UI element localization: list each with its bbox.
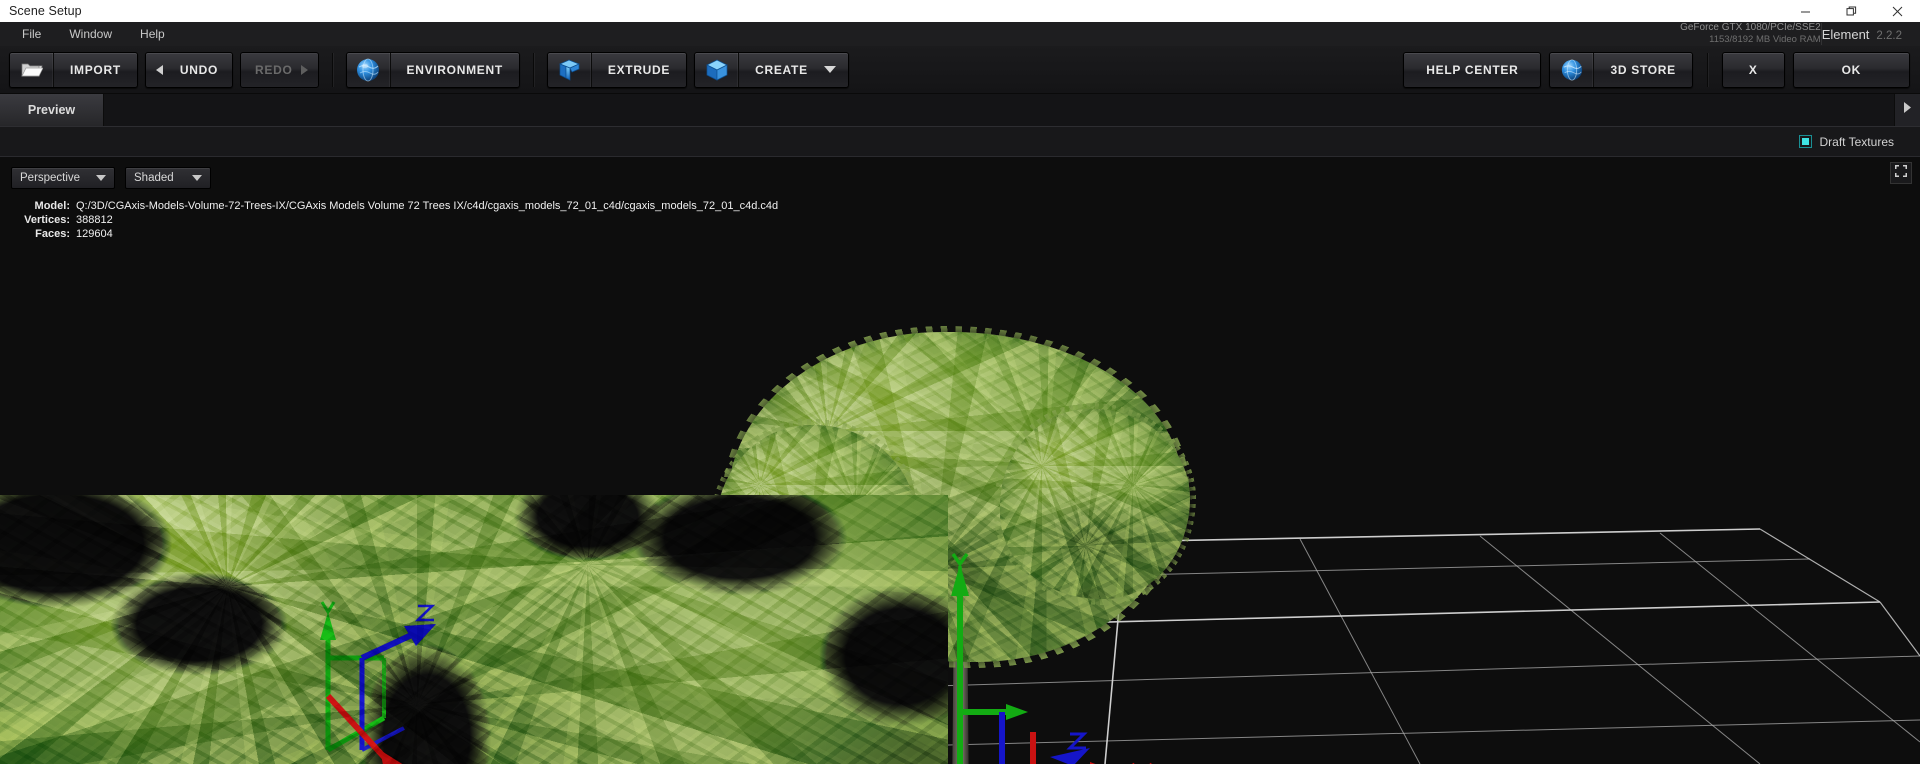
extrude-t-icon bbox=[548, 52, 592, 87]
environment-label: ENVIRONMENT bbox=[406, 62, 503, 77]
brand-block: Element 2.2.2 bbox=[1822, 27, 1920, 42]
menu-bar: File Window Help bbox=[0, 22, 1920, 46]
axis-z bbox=[999, 712, 1090, 764]
ok-button[interactable]: OK bbox=[1792, 51, 1910, 88]
3d-store-button[interactable]: 3D STORE bbox=[1549, 51, 1693, 88]
tab-scroll-right-button[interactable] bbox=[1894, 94, 1920, 126]
shading-dropdown[interactable]: Shaded bbox=[125, 167, 211, 189]
axis-z-closeup bbox=[359, 604, 436, 752]
tab-preview-label: Preview bbox=[27, 103, 76, 117]
create-button[interactable]: CREATE bbox=[694, 51, 849, 88]
globe-icon bbox=[347, 52, 391, 87]
redo-button[interactable]: REDO bbox=[240, 51, 319, 88]
3d-store-label: 3D STORE bbox=[1610, 62, 1676, 77]
expand-viewport-icon bbox=[1894, 164, 1908, 183]
viewport-info-overlay: Model: Q:/3D/CGAxis-Models-Volume-72-Tre… bbox=[14, 199, 778, 241]
chevron-down-icon bbox=[96, 175, 106, 181]
scene-setup-window: Scene Setup File Window Help GeForce GTX… bbox=[0, 0, 1920, 764]
gpu-info: GeForce GTX 1080/PCIe/SSE2 1153/8192 MB … bbox=[1680, 22, 1821, 46]
arrow-right-icon bbox=[300, 64, 308, 75]
gpu-status-strip: GeForce GTX 1080/PCIe/SSE2 1153/8192 MB … bbox=[1680, 22, 1920, 46]
model-label: Model: bbox=[34, 200, 70, 212]
extrude-button[interactable]: EXTRUDE bbox=[546, 51, 688, 88]
axis-y bbox=[951, 552, 1028, 764]
checkbox-icon bbox=[1798, 135, 1812, 148]
toolbar-right-group: HELP CENTER 3D STORE X OK bbox=[1403, 51, 1920, 88]
axis-x-closeup bbox=[325, 693, 403, 764]
tab-preview[interactable]: Preview bbox=[0, 94, 104, 126]
tab-bar-filler bbox=[104, 94, 1894, 126]
gpu-name: GeForce GTX 1080/PCIe/SSE2 bbox=[1680, 21, 1821, 33]
vertices-info-row: Vertices: 388812 bbox=[14, 213, 778, 227]
ok-label: OK bbox=[1841, 62, 1861, 77]
faces-info-row: Faces: 129604 bbox=[14, 227, 778, 241]
toolbar-left-group: IMPORT UNDO REDO ENVIRONMENT EXTRUDE CRE… bbox=[0, 51, 849, 88]
close-button[interactable] bbox=[1874, 0, 1920, 22]
undo-button[interactable]: UNDO bbox=[144, 51, 234, 88]
brand-version: 2.2.2 bbox=[1876, 29, 1902, 42]
help-center-button[interactable]: HELP CENTER bbox=[1403, 51, 1542, 88]
extrude-label: EXTRUDE bbox=[607, 62, 671, 77]
minimize-button[interactable] bbox=[1782, 0, 1828, 22]
shading-dropdown-value: Shaded bbox=[134, 172, 174, 184]
tab-bar: Preview bbox=[0, 94, 1920, 127]
globe-icon bbox=[1550, 52, 1595, 87]
menu-item-file[interactable]: File bbox=[10, 24, 53, 44]
vertices-label: Vertices: bbox=[24, 214, 70, 227]
toolbar-separator-3 bbox=[1706, 52, 1708, 87]
3d-viewport[interactable]: Perspective Shaded Model: Q:/3D/CGAxis-M… bbox=[0, 157, 1920, 764]
closeup-render-overlay bbox=[0, 495, 948, 764]
folder-icon bbox=[10, 52, 54, 87]
gpu-memory: 1153/8192 MB Video RAM bbox=[1709, 34, 1821, 46]
model-path: Q:/3D/CGAxis-Models-Volume-72-Trees-IX/C… bbox=[76, 200, 779, 212]
import-label: IMPORT bbox=[70, 62, 121, 77]
viewport-controls: Perspective Shaded bbox=[11, 167, 211, 189]
camera-dropdown[interactable]: Perspective bbox=[11, 167, 115, 189]
arrow-left-icon bbox=[155, 64, 163, 75]
closeup-alpha-mask bbox=[0, 495, 948, 764]
draft-textures-label: Draft Textures bbox=[1819, 134, 1894, 149]
undo-label: UNDO bbox=[179, 62, 219, 77]
expand-viewport-button[interactable] bbox=[1890, 162, 1912, 184]
cube-icon bbox=[695, 52, 740, 87]
toolbar-separator-2 bbox=[532, 52, 534, 87]
options-bar: Draft Textures bbox=[0, 127, 1920, 157]
import-button[interactable]: IMPORT bbox=[9, 51, 138, 88]
cancel-label: X bbox=[1748, 62, 1758, 77]
restore-button[interactable] bbox=[1828, 0, 1874, 22]
model-info-row: Model: Q:/3D/CGAxis-Models-Volume-72-Tre… bbox=[14, 199, 779, 213]
toolbar-separator bbox=[331, 52, 333, 87]
title-bar: Scene Setup bbox=[0, 0, 1920, 22]
cancel-button[interactable]: X bbox=[1721, 51, 1785, 88]
faces-label: Faces: bbox=[35, 228, 70, 241]
brand-name: Element bbox=[1821, 26, 1870, 42]
camera-dropdown-value: Perspective bbox=[20, 172, 81, 184]
menu-item-window[interactable]: Window bbox=[57, 24, 124, 44]
axis-gizmo-main bbox=[951, 552, 1152, 764]
faces-value: 129604 bbox=[76, 228, 113, 241]
axis-gizmo-closeup bbox=[320, 601, 436, 764]
chevron-right-icon bbox=[1903, 101, 1912, 119]
window-title: Scene Setup bbox=[9, 4, 82, 18]
chevron-down-icon bbox=[823, 66, 848, 73]
draft-textures-checkbox[interactable]: Draft Textures bbox=[1798, 134, 1920, 149]
vertices-value: 388812 bbox=[76, 214, 113, 227]
chevron-down-icon bbox=[192, 175, 202, 181]
environment-button[interactable]: ENVIRONMENT bbox=[345, 51, 520, 88]
window-controls bbox=[1782, 0, 1920, 22]
axis-y-closeup bbox=[320, 601, 386, 753]
help-center-label: HELP CENTER bbox=[1426, 62, 1519, 77]
create-label: CREATE bbox=[755, 62, 808, 77]
redo-label: REDO bbox=[255, 62, 293, 77]
main-toolbar: IMPORT UNDO REDO ENVIRONMENT EXTRUDE CRE… bbox=[0, 46, 1920, 94]
menu-item-help[interactable]: Help bbox=[128, 24, 177, 44]
